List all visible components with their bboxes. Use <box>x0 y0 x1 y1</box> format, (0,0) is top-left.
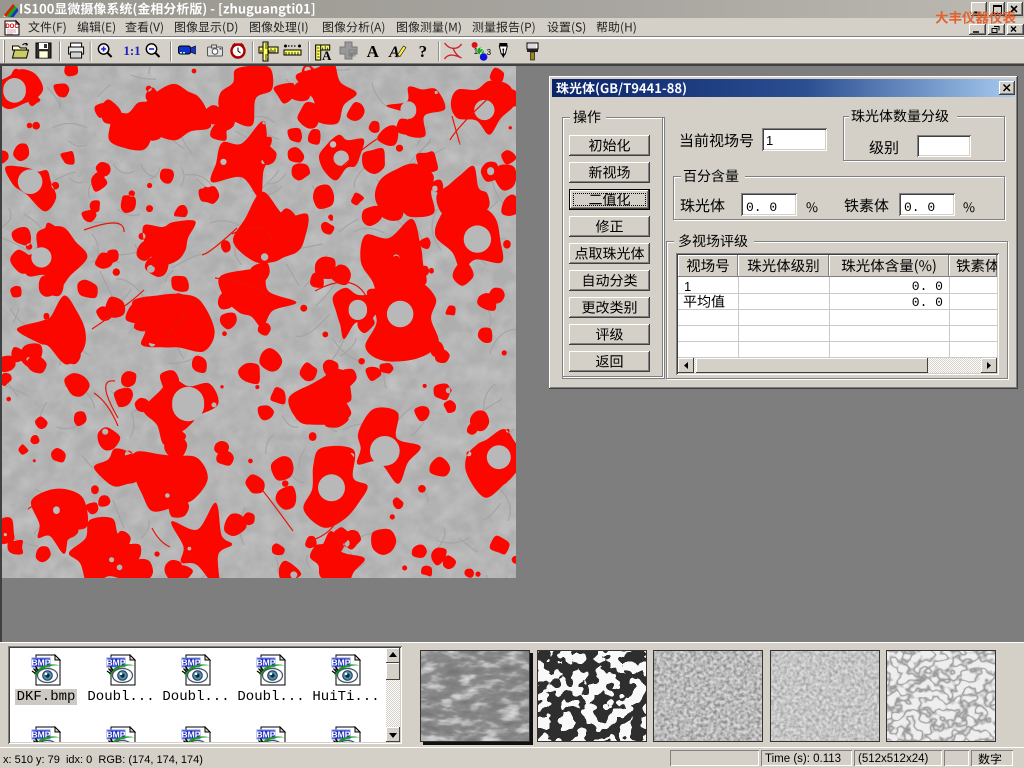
svg-text:A: A <box>367 42 380 61</box>
svg-text:3: 3 <box>487 48 492 57</box>
svg-text:A: A <box>322 48 332 63</box>
svg-text:1:1: 1:1 <box>123 43 140 58</box>
svg-text:?: ? <box>419 42 428 61</box>
svg-text:A: A <box>388 44 400 61</box>
